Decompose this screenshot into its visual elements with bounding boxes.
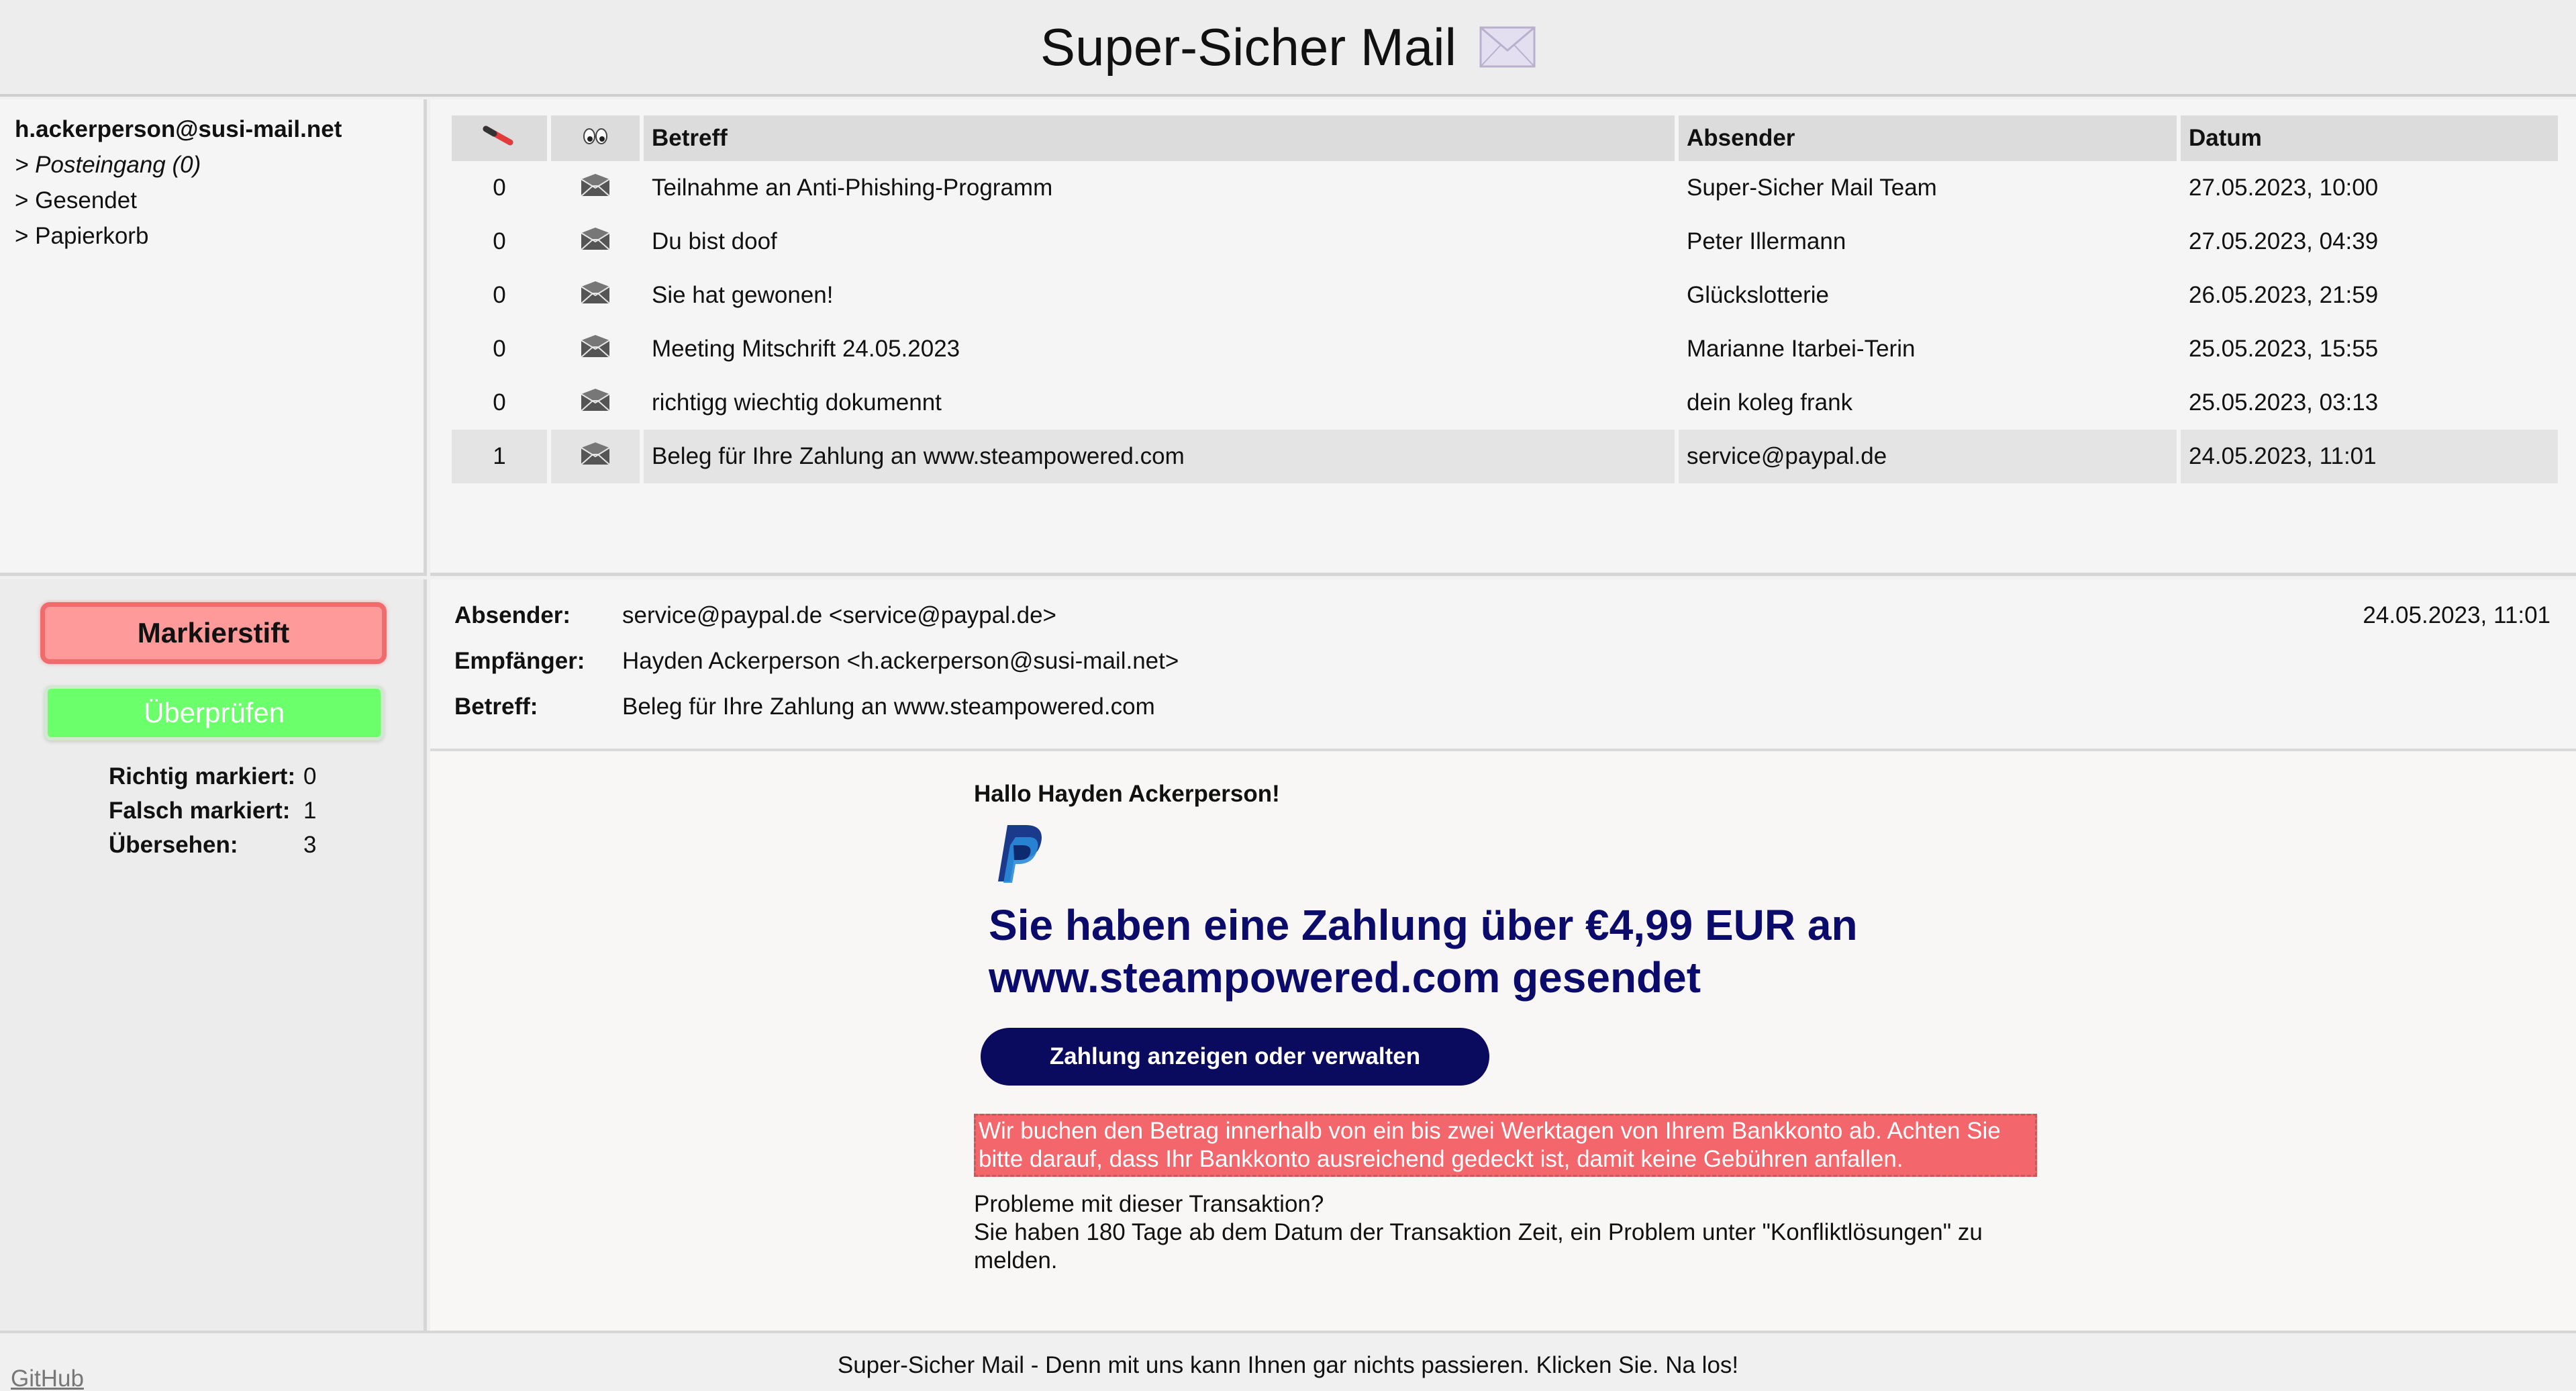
footer: Super-Sicher Mail - Denn mit uns kann Ih…: [0, 1331, 2576, 1391]
mail-subject: Sie hat gewonen!: [652, 282, 834, 308]
mail-row-selected[interactable]: 1 Beleg für Ihre Zahlung an www.steampow…: [452, 430, 2558, 483]
mail-row[interactable]: 0 richtigg wiechtig dokumennt dein koleg…: [452, 376, 2558, 430]
column-marked[interactable]: [452, 115, 547, 161]
stat-correct: Richtig markiert: 0: [109, 759, 330, 794]
sender-label: Absender:: [454, 602, 571, 628]
stat-label: Richtig markiert:: [109, 763, 296, 789]
folder-inbox[interactable]: > Posteingang (0): [15, 147, 409, 183]
mail-mark-count: 0: [493, 389, 506, 416]
mail-list: Betreff Absender Datum 0 Teilnahme an An…: [430, 99, 2576, 576]
envelope-icon: [551, 269, 640, 322]
problem-section[interactable]: Probleme mit dieser Transaktion? Sie hab…: [974, 1190, 2034, 1275]
mail-sender: dein koleg frank: [1687, 389, 1853, 416]
app-header: Super-Sicher Mail: [0, 0, 2576, 97]
paypal-logo[interactable]: [995, 822, 1046, 884]
mail-date: 24.05.2023, 11:01: [2181, 430, 2558, 483]
problem-title: Probleme mit dieser Transaktion?: [974, 1191, 1324, 1217]
recipient-value[interactable]: Hayden Ackerperson <h.ackerperson@susi-m…: [622, 648, 1179, 675]
mail-row[interactable]: 0 Sie hat gewonen! Glückslotterie 26.05.…: [452, 269, 2558, 322]
mail-sender: Super-Sicher Mail Team: [1687, 175, 1937, 201]
mail-sender: Glückslotterie: [1687, 282, 1830, 308]
greeting[interactable]: Hallo Hayden Ackerperson!: [974, 781, 2034, 808]
subject-label: Betreff:: [454, 693, 538, 720]
app-title: Super-Sicher Mail: [1040, 17, 1456, 77]
folder-sidebar: h.ackerperson@susi-mail.net > Posteingan…: [0, 99, 427, 576]
stat-value: 3: [303, 832, 317, 858]
mail-subject: Teilnahme an Anti-Phishing-Programm: [652, 175, 1053, 201]
mail-date: 25.05.2023, 03:13: [2189, 389, 2379, 416]
github-link[interactable]: GitHub: [11, 1365, 84, 1391]
mail-row[interactable]: 0 Du bist doof Peter Illermann 27.05.202…: [452, 215, 2558, 269]
mail-icon: [1479, 26, 1536, 68]
column-subject[interactable]: Betreff: [644, 115, 1675, 161]
stat-value: 1: [303, 798, 317, 824]
envelope-icon: [551, 161, 640, 215]
envelope-icon: [551, 215, 640, 269]
marked-warning-text[interactable]: Wir buchen den Betrag innerhalb von ein …: [974, 1114, 2037, 1177]
headline-line: Sie haben eine Zahlung über €4,99 EUR an: [989, 901, 1858, 949]
mail-mark-count: 0: [493, 336, 506, 362]
meta-recipient-row: Empfänger: Hayden Ackerperson <h.ackerpe…: [454, 648, 1179, 675]
mail-table-header: Betreff Absender Datum: [452, 115, 2558, 161]
envelope-icon: [551, 430, 640, 483]
meta-sender-row: Absender: service@paypal.de <service@pay…: [454, 602, 1056, 629]
footer-slogan: Super-Sicher Mail - Denn mit uns kann Ih…: [837, 1352, 1739, 1378]
mail-date: 27.05.2023, 10:00: [2189, 175, 2379, 201]
subject-value[interactable]: Beleg für Ihre Zahlung an www.steampower…: [622, 693, 1155, 720]
column-date[interactable]: Datum: [2181, 115, 2558, 161]
reading-pane: Absender: service@paypal.de <service@pay…: [430, 579, 2576, 1331]
stat-label: Falsch markiert:: [109, 798, 291, 824]
mail-mark-count: 1: [452, 430, 547, 483]
payment-headline[interactable]: Sie haben eine Zahlung über €4,99 EUR an…: [989, 899, 2034, 1004]
mail-mark-count: 0: [493, 282, 506, 308]
problem-text: Sie haben 180 Tage ab dem Datum der Tran…: [974, 1219, 1983, 1274]
mail-mark-count: 0: [493, 175, 506, 201]
folder-trash[interactable]: > Papierkorb: [15, 218, 409, 254]
column-read[interactable]: [551, 115, 640, 161]
account-email: h.ackerperson@susi-mail.net: [15, 116, 342, 142]
headline-line: www.steampowered.com gesendet: [989, 953, 1701, 1002]
mail-subject: richtigg wiechtig dokumennt: [652, 389, 942, 416]
mail-date: 27.05.2023, 04:39: [2189, 228, 2379, 254]
stat-value: 0: [303, 763, 317, 789]
mail-subject: Meeting Mitschrift 24.05.2023: [652, 336, 960, 362]
view-payment-button[interactable]: Zahlung anzeigen oder verwalten: [981, 1028, 1489, 1086]
meta-subject-row: Betreff: Beleg für Ihre Zahlung an www.s…: [454, 693, 1155, 720]
sender-value[interactable]: service@paypal.de <service@paypal.de>: [622, 602, 1056, 629]
mail-table: Betreff Absender Datum 0 Teilnahme an An…: [448, 115, 2562, 483]
mail-date: 26.05.2023, 21:59: [2189, 282, 2379, 308]
mail-mark-count: 0: [493, 228, 506, 254]
mail-subject: Beleg für Ihre Zahlung an www.steampower…: [644, 430, 1675, 483]
mail-sender: Peter Illermann: [1687, 228, 1846, 254]
mail-date: 25.05.2023, 15:55: [2189, 336, 2379, 362]
mail-body: Hallo Hayden Ackerperson! Sie haben eine…: [974, 781, 2037, 1275]
mail-row[interactable]: 0 Teilnahme an Anti-Phishing-Programm Su…: [452, 161, 2558, 215]
envelope-icon: [551, 322, 640, 376]
check-button[interactable]: Überprüfen: [44, 685, 384, 740]
mail-row[interactable]: 0 Meeting Mitschrift 24.05.2023 Marianne…: [452, 322, 2558, 376]
folder-sent[interactable]: > Gesendet: [15, 183, 409, 218]
mail-date: 24.05.2023, 11:01: [2363, 602, 2550, 628]
stat-missed: Übersehen: 3: [109, 828, 330, 862]
eyes-icon: [583, 128, 607, 144]
tools-panel: Markierstift Überprüfen Richtig markiert…: [0, 579, 427, 1331]
envelope-icon: [551, 376, 640, 430]
stat-label: Übersehen:: [109, 832, 238, 858]
mail-sender: Marianne Itarbei-Terin: [1687, 336, 1916, 362]
marker-button[interactable]: Markierstift: [40, 602, 387, 664]
stat-wrong: Falsch markiert: 1: [109, 794, 330, 828]
marker-pen-icon: [483, 126, 513, 145]
mail-header: Absender: service@paypal.de <service@pay…: [430, 579, 2576, 751]
column-sender[interactable]: Absender: [1679, 115, 2177, 161]
recipient-label: Empfänger:: [454, 648, 585, 674]
mail-sender: service@paypal.de: [1679, 430, 2177, 483]
mail-subject: Du bist doof: [652, 228, 777, 254]
score-stats: Richtig markiert: 0 Falsch markiert: 1 Ü…: [109, 759, 330, 862]
